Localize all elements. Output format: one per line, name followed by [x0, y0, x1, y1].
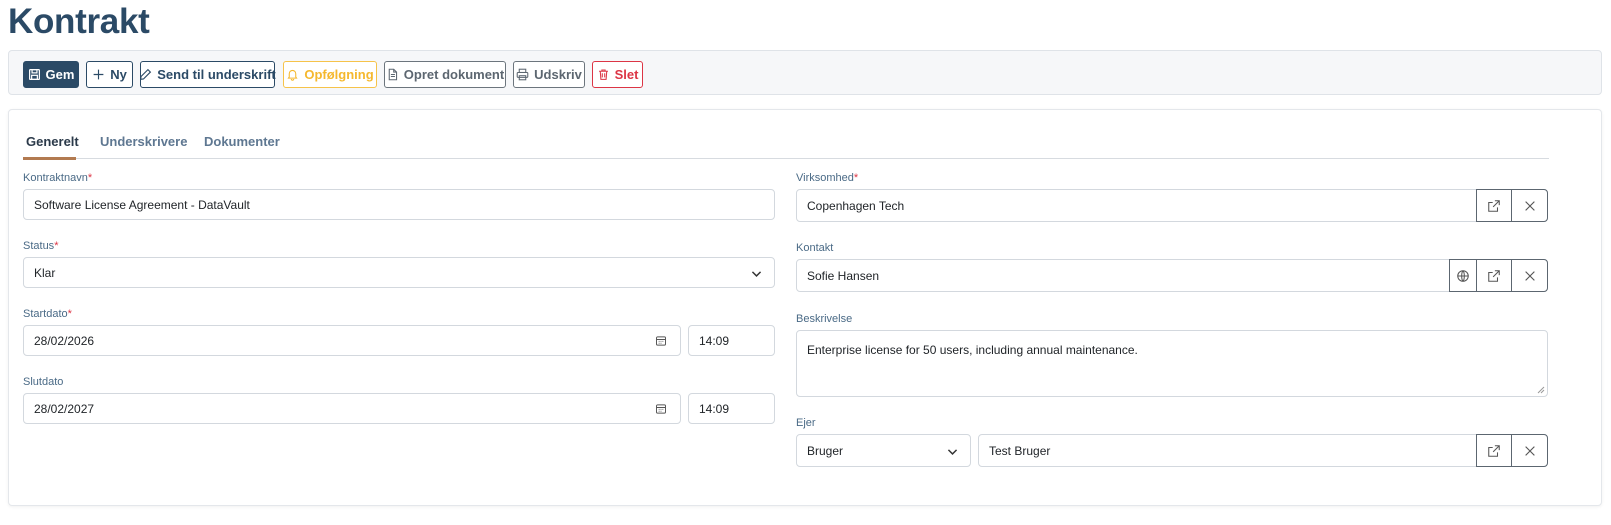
status-value: Klar — [34, 265, 56, 280]
trash-icon — [598, 69, 608, 80]
description-textarea[interactable]: Enterprise license for 50 users, includi… — [796, 330, 1548, 397]
followup-button[interactable]: Opfølgning — [283, 61, 377, 88]
status-label: Status* — [23, 240, 59, 252]
print-label: Udskriv — [534, 67, 582, 82]
end-time-input[interactable]: 14:09 — [688, 393, 775, 424]
save-label: Gem — [45, 67, 75, 82]
description-text: Enterprise license for 50 users, includi… — [807, 343, 1138, 357]
floppy-disk-icon — [28, 69, 40, 80]
page-title: Kontrakt — [8, 2, 150, 41]
followup-label: Opfølgning — [304, 67, 374, 82]
owner-type-value: Bruger — [807, 443, 844, 458]
external-link-icon — [1488, 444, 1500, 457]
tab-dokumenter[interactable]: Dokumenter — [204, 134, 280, 149]
chevron-down-icon — [945, 444, 959, 458]
contact-web-button[interactable] — [1449, 259, 1477, 292]
close-icon — [1524, 200, 1535, 211]
start-date-input[interactable]: 28/02/2026 — [23, 325, 681, 356]
company-input[interactable]: Copenhagen Tech — [796, 189, 1548, 222]
calendar-icon[interactable] — [654, 402, 668, 416]
plus-icon — [93, 69, 104, 80]
contract-form-card: Generelt Underskrivere Dokumenter Kontra… — [8, 109, 1602, 506]
external-link-icon — [1488, 269, 1500, 282]
owner-label: Ejer — [796, 417, 816, 429]
close-icon — [1524, 445, 1535, 456]
company-clear-button[interactable] — [1511, 189, 1548, 222]
status-select[interactable]: Klar — [23, 257, 775, 288]
close-icon — [1524, 270, 1535, 281]
delete-label: Slet — [614, 67, 639, 82]
save-button[interactable]: Gem — [23, 61, 79, 88]
contact-clear-button[interactable] — [1511, 259, 1548, 292]
company-open-button[interactable] — [1476, 189, 1512, 222]
contact-input[interactable]: Sofie Hansen — [796, 259, 1548, 292]
globe-icon — [1457, 269, 1469, 282]
toolbar: Gem Ny Send til underskrift Opfølgning O… — [8, 50, 1602, 95]
delete-button[interactable]: Slet — [592, 61, 643, 88]
start-date-label: Startdato* — [23, 308, 72, 320]
pencil-icon — [140, 68, 152, 81]
calendar-icon[interactable] — [654, 334, 668, 348]
contract-name-input[interactable]: Software License Agreement - DataVault — [23, 189, 775, 220]
end-date-input[interactable]: 28/02/2027 — [23, 393, 681, 424]
new-button[interactable]: Ny — [86, 61, 133, 88]
printer-icon — [516, 68, 529, 81]
end-date-label: Slutdato — [23, 376, 64, 388]
print-button[interactable]: Udskriv — [513, 61, 585, 88]
company-label: Virksomhed* — [796, 172, 859, 184]
tab-bar: Generelt Underskrivere Dokumenter — [23, 124, 1549, 160]
document-icon — [388, 68, 397, 81]
owner-clear-button[interactable] — [1511, 434, 1548, 467]
external-link-icon — [1488, 199, 1500, 212]
send-label: Send til underskrift — [157, 67, 276, 82]
tab-underskrivere[interactable]: Underskrivere — [100, 134, 187, 149]
owner-open-button[interactable] — [1476, 434, 1512, 467]
send-to-signature-button[interactable]: Send til underskrift — [140, 61, 276, 88]
contact-label: Kontakt — [796, 242, 834, 254]
owner-input[interactable]: Test Bruger — [978, 434, 1548, 467]
contract-name-label: Kontraktnavn* — [23, 172, 93, 184]
tab-generelt[interactable]: Generelt — [26, 134, 79, 149]
resize-handle-icon[interactable] — [1537, 386, 1545, 394]
new-label: Ny — [110, 67, 127, 82]
contact-open-button[interactable] — [1476, 259, 1512, 292]
chevron-down-icon — [749, 266, 763, 280]
create-document-button[interactable]: Opret dokument — [384, 61, 506, 88]
bell-icon — [287, 69, 298, 81]
start-time-input[interactable]: 14:09 — [688, 325, 775, 356]
active-tab-indicator — [23, 157, 76, 160]
create-document-label: Opret dokument — [403, 67, 505, 82]
description-label: Beskrivelse — [796, 313, 853, 325]
